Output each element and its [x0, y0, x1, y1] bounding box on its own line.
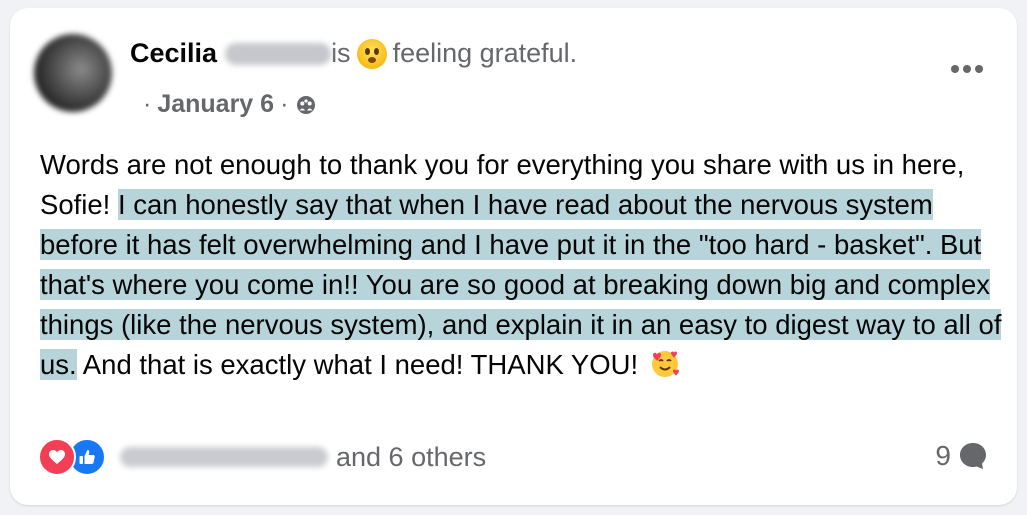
reactions-summary[interactable]: and 6 others — [38, 438, 486, 476]
author-name[interactable]: Cecilia — [130, 38, 217, 69]
grateful-face-emoji — [356, 38, 387, 69]
group-audience-icon — [297, 95, 316, 114]
post-body: Words are not enough to thank you for ev… — [40, 145, 1010, 385]
more-options-button[interactable] — [947, 54, 987, 84]
post-meta: · January 6 · — [143, 90, 316, 119]
meta-separator: · — [143, 90, 152, 118]
comment-bubble-icon — [960, 443, 986, 469]
author-surname-redacted — [225, 42, 332, 65]
reactions-others[interactable]: and 6 others — [336, 442, 486, 473]
post-date[interactable]: January 6 — [157, 90, 274, 119]
smiling-face-with-hearts-emoji — [651, 351, 679, 377]
more-options-icon — [951, 65, 983, 73]
avatar[interactable] — [34, 34, 112, 112]
reactor-name-redacted — [120, 447, 328, 467]
post-header: Cecilia is feeling grateful. — [130, 38, 577, 69]
post-text-outro: And that is exactly what I need! THANK Y… — [76, 349, 646, 380]
comment-count: 9 — [935, 440, 951, 471]
love-reaction-icon — [38, 438, 76, 476]
is-text: is — [331, 38, 351, 68]
comments-count[interactable]: 9 — [935, 440, 989, 472]
feeling-text: feeling grateful. — [392, 38, 578, 68]
post-card: Cecilia is feeling grateful. · January 6… — [10, 8, 1017, 505]
meta-separator: · — [280, 90, 289, 118]
